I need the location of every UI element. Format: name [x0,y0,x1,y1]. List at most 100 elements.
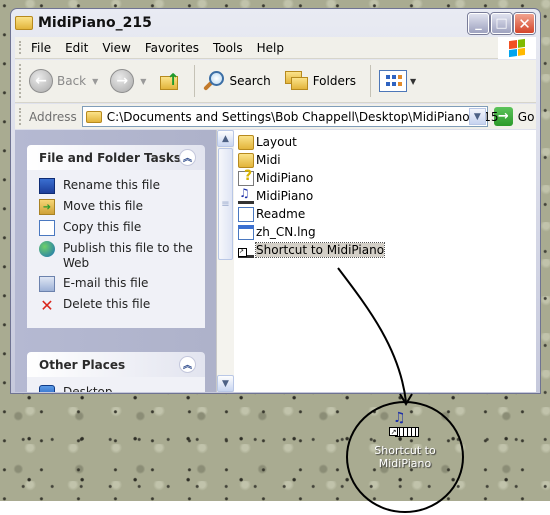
file-item-readme[interactable]: Readme [238,205,384,223]
go-label: Go [517,109,535,124]
file-name: Layout [256,135,297,149]
task-pane: File and Folder Tasks ︽ Rename this file… [15,130,216,392]
forward-dropdown-icon[interactable]: ▼ [140,77,146,86]
unknown-file-icon [238,168,254,186]
midipiano-shortcut-icon: ♫ ↗ [389,410,421,442]
collapse-chevron-icon[interactable]: ︽ [179,149,196,166]
task-label: Rename this file [63,178,161,192]
task-label: E-mail this file [63,276,149,290]
task-email[interactable]: E-mail this file [39,276,205,292]
maximize-button[interactable]: □ [491,13,512,34]
file-name: MidiPiano [256,189,314,203]
address-bar: Address C:\Documents and Settings\Bob Ch… [15,104,536,129]
vertical-scrollbar[interactable]: ▲ ≡ ▼ [217,130,234,392]
collapse-chevron-icon[interactable]: ︽ [179,356,196,373]
file-item-shortcut[interactable]: Shortcut to MidiPiano [238,241,386,259]
up-button[interactable]: ↑ [158,70,180,92]
file-item-zh-cn-lng[interactable]: zh_CN.lng [238,223,384,241]
task-label: Publish this file to the Web [63,241,193,270]
back-arrow-icon: ← [29,69,53,93]
file-item-midi[interactable]: Midi [238,151,384,169]
windows-logo [498,37,536,59]
task-label: Move this file [63,199,143,213]
toolbar-separator [370,65,372,97]
file-item-layout[interactable]: Layout [238,133,384,151]
task-rename[interactable]: Rename this file [39,178,205,194]
search-label: Search [229,74,271,88]
lng-file-icon [238,224,254,240]
folder-icon [238,152,254,168]
minimize-button[interactable]: _ [468,13,489,34]
panel-title: File and Folder Tasks [39,150,182,165]
address-input[interactable]: C:\Documents and Settings\Bob Chappell\D… [81,106,499,127]
delete-icon: ✕ [40,295,54,315]
other-places-panel: Other Places ︽ Desktop [27,352,205,392]
desktop-icon-label: Shortcut to MidiPiano [374,444,436,470]
menu-file[interactable]: File [31,41,51,55]
menu-help[interactable]: Help [257,41,284,55]
scroll-down-button[interactable]: ▼ [217,375,234,392]
go-button[interactable]: → Go [493,107,535,126]
menu-view[interactable]: View [102,41,130,55]
task-publish[interactable]: Publish this file to the Web [39,241,205,271]
folder-icon [238,134,254,150]
desktop-shortcut-icon[interactable]: ♫ ↗ Shortcut to MidiPiano [365,410,445,470]
explorer-window: MidiPiano_215 _ □ ✕ File Edit View Favor… [10,8,541,394]
publish-icon [39,241,55,257]
copy-icon [39,220,55,236]
file-item-midipiano-unknown[interactable]: MidiPiano [238,168,384,187]
windows-flag-icon [509,38,525,58]
address-value: C:\Documents and Settings\Bob Chappell\D… [106,109,499,124]
file-name: MidiPiano [256,171,314,185]
toolbar-grip[interactable] [19,41,21,54]
folder-icon [15,16,33,30]
task-label: Copy this file [63,220,142,234]
toolbar-grip[interactable] [19,64,21,98]
place-desktop[interactable]: Desktop [39,385,205,392]
file-name: Shortcut to MidiPiano [254,242,386,258]
midipiano-app-icon [238,186,254,204]
scroll-up-button[interactable]: ▲ [217,130,234,147]
folders-label: Folders [312,74,357,88]
scroll-thumb[interactable]: ≡ [218,148,233,260]
task-copy[interactable]: Copy this file [39,220,205,236]
task-delete[interactable]: ✕ Delete this file [39,297,205,313]
menu-bar: File Edit View Favorites Tools Help [15,37,536,59]
folder-icon [85,110,102,123]
panel-title: Other Places [39,357,126,372]
rename-icon [39,178,55,194]
file-folder-tasks-panel: File and Folder Tasks ︽ Rename this file… [27,145,205,328]
file-name: Midi [256,153,281,167]
menu-edit[interactable]: Edit [65,41,88,55]
file-name: zh_CN.lng [256,225,316,239]
toolbar-grip[interactable] [19,108,21,125]
title-bar[interactable]: MidiPiano_215 _ □ ✕ [11,9,540,37]
folders-button[interactable]: Folders [284,71,357,91]
window-title: MidiPiano_215 [38,15,152,31]
folders-icon [284,71,309,91]
file-folder-tasks-header[interactable]: File and Folder Tasks ︽ [27,145,205,170]
email-icon [39,276,55,292]
file-item-midipiano-app[interactable]: MidiPiano [238,186,384,205]
task-label: Delete this file [63,297,151,311]
address-label: Address [29,109,77,124]
address-dropdown-button[interactable]: ▼ [468,108,486,125]
views-button[interactable]: ▼ [379,70,422,92]
back-button[interactable]: ← Back ▼ [29,69,104,93]
task-move[interactable]: ➜ Move this file [39,199,205,215]
shortcut-icon [238,242,254,258]
back-dropdown-icon[interactable]: ▼ [92,77,98,86]
views-dropdown-icon[interactable]: ▼ [410,77,416,86]
standard-toolbar: ← Back ▼ → ▼ ↑ Search Folders ▼ [15,60,536,103]
other-places-header[interactable]: Other Places ︽ [27,352,205,377]
menu-tools[interactable]: Tools [213,41,243,55]
close-button[interactable]: ✕ [514,13,535,34]
search-button[interactable]: Search [203,70,271,92]
search-icon [203,70,225,92]
forward-button[interactable]: → ▼ [110,69,152,93]
menu-favorites[interactable]: Favorites [145,41,199,55]
file-list: ▲ ≡ ▼ Layout Midi MidiPiano MidiPiano [216,130,536,392]
back-label: Back [57,74,87,88]
text-file-icon [238,206,254,222]
forward-arrow-icon: → [110,69,135,93]
